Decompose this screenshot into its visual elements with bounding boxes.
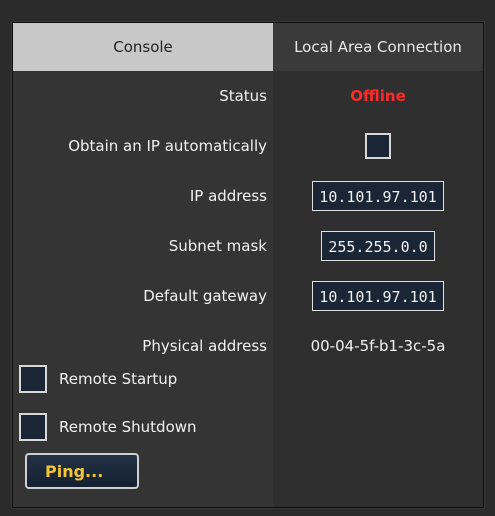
default-gateway-field[interactable]: 10.101.97.101 — [312, 281, 444, 311]
subnet-mask-cell: 255.255.0.0 — [273, 221, 483, 271]
obtain-ip-checkbox[interactable] — [365, 133, 391, 159]
ping-button[interactable]: Ping... — [25, 453, 139, 489]
default-gateway-label: Default gateway — [143, 287, 267, 305]
remote-startup-option[interactable]: Remote Startup — [19, 361, 177, 397]
ip-address-row: IP address 10.101.97.101 — [13, 171, 483, 221]
subnet-mask-row: Subnet mask 255.255.0.0 — [13, 221, 483, 271]
obtain-ip-label: Obtain an IP automatically — [68, 137, 267, 155]
network-settings-panel: Console Local Area Connection Status Off… — [12, 22, 484, 508]
status-label: Status — [219, 87, 267, 105]
tab-local-area-connection[interactable]: Local Area Connection — [273, 23, 483, 71]
tab-console[interactable]: Console — [13, 23, 273, 71]
remote-shutdown-label: Remote Shutdown — [59, 418, 197, 436]
subnet-mask-label: Subnet mask — [168, 237, 267, 255]
ip-address-cell: 10.101.97.101 — [273, 171, 483, 221]
remote-startup-checkbox[interactable] — [19, 365, 47, 393]
ip-address-label: IP address — [189, 187, 267, 205]
obtain-ip-cell — [273, 121, 483, 171]
subnet-mask-field[interactable]: 255.255.0.0 — [321, 231, 435, 261]
window-background: Console Local Area Connection Status Off… — [0, 0, 495, 516]
physical-address-value: 00-04-5f-b1-3c-5a — [310, 337, 446, 355]
remote-shutdown-option[interactable]: Remote Shutdown — [19, 409, 197, 445]
ip-address-field[interactable]: 10.101.97.101 — [312, 181, 444, 211]
status-value: Offline — [350, 87, 406, 105]
default-gateway-cell: 10.101.97.101 — [273, 271, 483, 321]
obtain-ip-row: Obtain an IP automatically — [13, 121, 483, 171]
physical-address-cell: 00-04-5f-b1-3c-5a — [273, 321, 483, 371]
default-gateway-row: Default gateway 10.101.97.101 — [13, 271, 483, 321]
status-row: Status Offline — [13, 71, 483, 121]
remote-shutdown-checkbox[interactable] — [19, 413, 47, 441]
remote-startup-label: Remote Startup — [59, 370, 178, 388]
status-value-cell: Offline — [273, 71, 483, 121]
